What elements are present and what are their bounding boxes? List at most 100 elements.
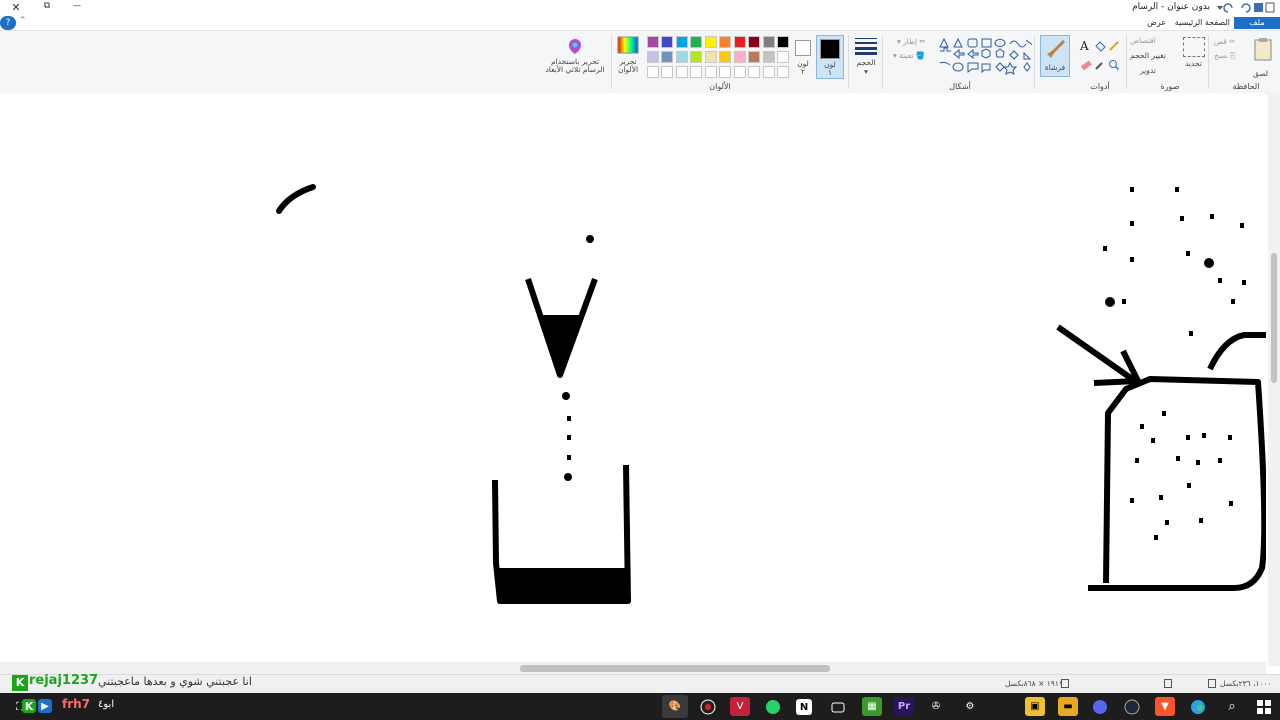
obs-icon[interactable] <box>698 697 718 716</box>
shape-fill-button[interactable]: ▾ تعبئة 🪣 <box>893 51 925 60</box>
drawing-canvas[interactable] <box>0 93 1268 662</box>
collapse-ribbon-icon[interactable]: ⌃ <box>19 16 27 26</box>
palette-swatch[interactable] <box>690 66 702 78</box>
text-tool-icon[interactable]: A <box>1080 39 1089 53</box>
tab-home[interactable]: الصفحة الرئيسية <box>1169 17 1236 29</box>
discord-icon[interactable] <box>1090 697 1110 716</box>
davinci-icon[interactable]: ✇ <box>926 697 946 716</box>
palette-swatch[interactable] <box>733 66 746 78</box>
brushes-button[interactable]: فرشاة <box>1040 35 1070 77</box>
eraser-tool-icon[interactable] <box>1080 59 1092 71</box>
edit-colors-button[interactable]: تحرير الألوان <box>615 35 641 79</box>
taskbar: ⛶ K ▶ frh7 ابو٤ 🎨 V N ▦ Pr ✇ ⚙ ▣ ▬ ▼ ⌕ <box>0 693 1280 720</box>
tools-group-label: أدوات <box>1090 82 1110 91</box>
palette-swatch[interactable] <box>762 51 775 63</box>
magnifier-icon[interactable] <box>1108 59 1120 71</box>
brave-icon[interactable]: ▼ <box>1155 697 1175 716</box>
palette-swatch[interactable] <box>661 66 673 78</box>
palette-swatch[interactable] <box>661 36 673 48</box>
settings-icon[interactable]: ⚙ <box>960 697 980 716</box>
fill-tool-icon[interactable] <box>1094 40 1106 52</box>
palette-swatch[interactable] <box>719 36 731 48</box>
horizontal-scrollbar[interactable] <box>0 662 1266 674</box>
app-icon[interactable]: ▶ <box>38 699 52 713</box>
palette-swatch[interactable] <box>661 51 673 63</box>
palette-swatch[interactable] <box>748 66 760 78</box>
copy-button[interactable]: نسخ ⎘ <box>1214 51 1236 61</box>
whatsapp-icon[interactable] <box>763 697 783 716</box>
palette-swatch[interactable] <box>719 51 731 63</box>
search-icon[interactable]: ⌕ <box>1222 697 1242 716</box>
help-button[interactable]: ? <box>0 16 16 30</box>
minecraft-icon[interactable]: ▦ <box>862 697 882 716</box>
restore-button[interactable]: ⧉ <box>37 1 57 11</box>
palette-swatch[interactable] <box>675 66 688 78</box>
kick-logo-icon[interactable]: K <box>22 699 36 713</box>
tab-view[interactable]: عرض <box>1141 17 1172 29</box>
paint-taskbar-icon[interactable]: 🎨 <box>662 695 688 718</box>
paste-button[interactable] <box>1252 37 1274 63</box>
palette-swatch[interactable] <box>675 36 688 48</box>
select-icon[interactable] <box>1183 37 1205 57</box>
palette-swatch[interactable] <box>748 51 760 63</box>
minimize-button[interactable]: — <box>67 1 87 10</box>
clipboard-app-icon[interactable] <box>828 697 848 716</box>
vivaldi-icon[interactable]: V <box>730 697 750 716</box>
palette-swatch[interactable] <box>704 51 717 63</box>
palette-swatch[interactable] <box>748 36 760 48</box>
select-label[interactable]: تحديد <box>1185 59 1202 68</box>
palette-swatch[interactable] <box>777 36 789 48</box>
palette-swatch[interactable] <box>704 36 717 48</box>
paste-icon <box>1254 38 1272 61</box>
palette-swatch[interactable] <box>762 66 775 78</box>
edit-with-paint3d-button[interactable]: تحرير باستخدام الرسام ثلاثي الأبعاد <box>540 35 610 79</box>
dimensions-icon <box>1061 679 1069 688</box>
cursor-position: ١٠٠٠، ٢٣٦بكسل <box>1220 679 1272 688</box>
clipboard-group-label: الحافظة <box>1232 82 1260 91</box>
color2-button[interactable]: لون ٢ <box>792 35 814 79</box>
close-icon: ✕ <box>11 1 21 14</box>
size-button[interactable]: الحجم ▾ <box>854 37 878 77</box>
palette-swatch[interactable] <box>719 66 731 78</box>
notion-icon[interactable]: N <box>796 699 812 715</box>
color1-button[interactable]: لون ١ <box>816 35 844 79</box>
pencil-tool-icon[interactable] <box>1108 40 1120 52</box>
rotate-button[interactable]: تدوير <box>1140 66 1156 75</box>
vertical-scroll-thumb[interactable] <box>1271 253 1277 383</box>
separator <box>1126 35 1127 89</box>
palette-swatch[interactable] <box>646 51 659 63</box>
shape-outline-button[interactable]: ▾ إطار ✏ <box>897 37 926 46</box>
photos-icon[interactable]: ▣ <box>1025 697 1045 716</box>
paste-label[interactable]: لصق <box>1253 69 1268 78</box>
file-explorer-icon[interactable]: ▬ <box>1058 697 1078 716</box>
palette-swatch[interactable] <box>704 66 717 78</box>
palette-swatch[interactable] <box>675 51 688 63</box>
tab-file[interactable]: ملف <box>1234 17 1280 29</box>
color-picker-icon[interactable] <box>1094 59 1106 71</box>
palette-swatch[interactable] <box>733 51 746 63</box>
crop-button[interactable]: اقتصاص <box>1130 36 1156 45</box>
cut-button[interactable]: قص ✂ <box>1214 37 1235 46</box>
selection-size-icon <box>1164 679 1172 688</box>
palette-swatch[interactable] <box>777 51 789 63</box>
premiere-icon[interactable]: Pr <box>894 697 914 716</box>
taskbar-label: ابو٤ <box>98 699 115 710</box>
palette-swatch[interactable] <box>762 36 775 48</box>
steam-icon[interactable] <box>1122 697 1142 716</box>
color2-swatch <box>795 40 811 56</box>
palette-swatch[interactable] <box>777 66 789 78</box>
horizontal-scroll-thumb[interactable] <box>520 665 830 672</box>
shapes-gallery[interactable] <box>938 37 1035 77</box>
edge-icon[interactable] <box>1188 697 1208 716</box>
palette-swatch[interactable] <box>646 66 659 78</box>
paint3d-icon <box>569 39 581 54</box>
palette-swatch[interactable] <box>690 51 702 63</box>
resize-button[interactable]: تغيير الحجم <box>1130 51 1166 60</box>
start-icon[interactable] <box>1254 697 1274 716</box>
brush-icon <box>1047 40 1065 58</box>
close-button[interactable]: ✕ <box>6 1 26 14</box>
palette-swatch[interactable] <box>646 36 659 48</box>
palette-swatch[interactable] <box>733 36 746 48</box>
vertical-scrollbar[interactable] <box>1268 93 1280 666</box>
palette-swatch[interactable] <box>690 36 702 48</box>
